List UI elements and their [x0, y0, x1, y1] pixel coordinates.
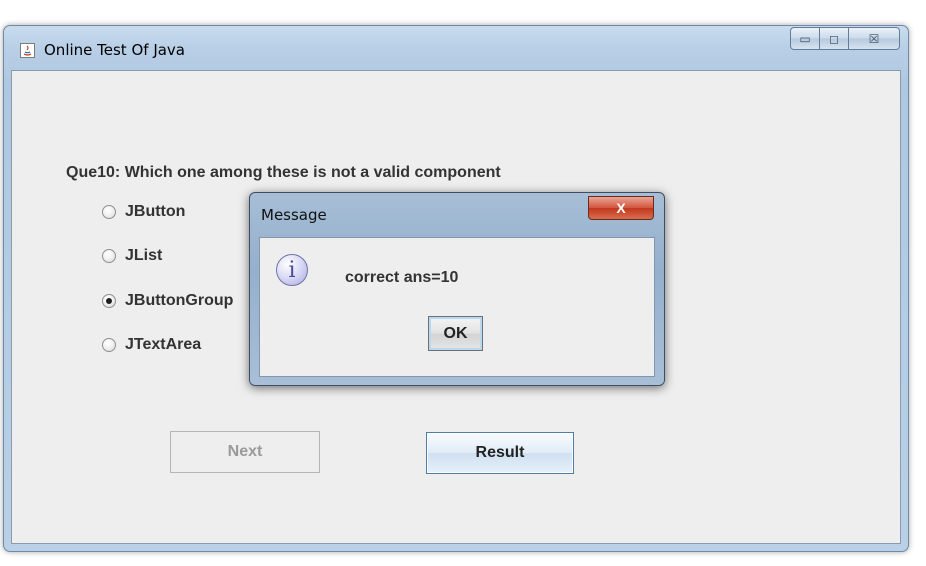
title-bar[interactable]: Online Test Of Java ▭ ◻ ☒ — [4, 26, 908, 70]
info-icon: i — [276, 254, 308, 286]
java-app-icon — [20, 43, 35, 58]
radio-icon[interactable] — [102, 205, 116, 219]
dialog-body — [259, 237, 655, 377]
result-button[interactable]: Result — [426, 432, 574, 474]
close-button[interactable]: ☒ — [848, 27, 900, 50]
minimize-icon: ▭ — [799, 31, 811, 46]
option-label: JList — [125, 247, 163, 264]
close-icon: X — [616, 200, 626, 216]
option-label: JButton — [125, 203, 186, 220]
maximize-button[interactable]: ◻ — [820, 27, 848, 50]
window-title: Online Test Of Java — [44, 41, 185, 59]
maximize-icon: ◻ — [829, 31, 839, 46]
dialog-close-button[interactable]: X — [588, 196, 654, 220]
dialog-title: Message — [261, 206, 327, 224]
option-jlist[interactable]: JList — [102, 247, 162, 265]
radio-selected-icon[interactable] — [102, 294, 116, 308]
option-jtextarea[interactable]: JTextArea — [102, 336, 201, 354]
minimize-button[interactable]: ▭ — [790, 27, 820, 50]
close-icon: ☒ — [868, 31, 880, 46]
option-label: JButtonGroup — [125, 292, 234, 309]
option-label: JTextArea — [125, 336, 202, 353]
dialog-message: correct ans=10 — [345, 269, 459, 286]
message-dialog: Message X — [249, 192, 665, 386]
window-controls: ▭ ◻ ☒ — [790, 27, 900, 50]
radio-icon[interactable] — [102, 338, 116, 352]
next-button: Next — [170, 431, 320, 473]
option-jbutton[interactable]: JButton — [102, 203, 185, 221]
ok-button[interactable]: OK — [428, 316, 483, 351]
option-jbuttongroup[interactable]: JButtonGroup — [102, 292, 233, 310]
radio-icon[interactable] — [102, 249, 116, 263]
question-text: Que10: Which one among these is not a va… — [66, 164, 501, 181]
